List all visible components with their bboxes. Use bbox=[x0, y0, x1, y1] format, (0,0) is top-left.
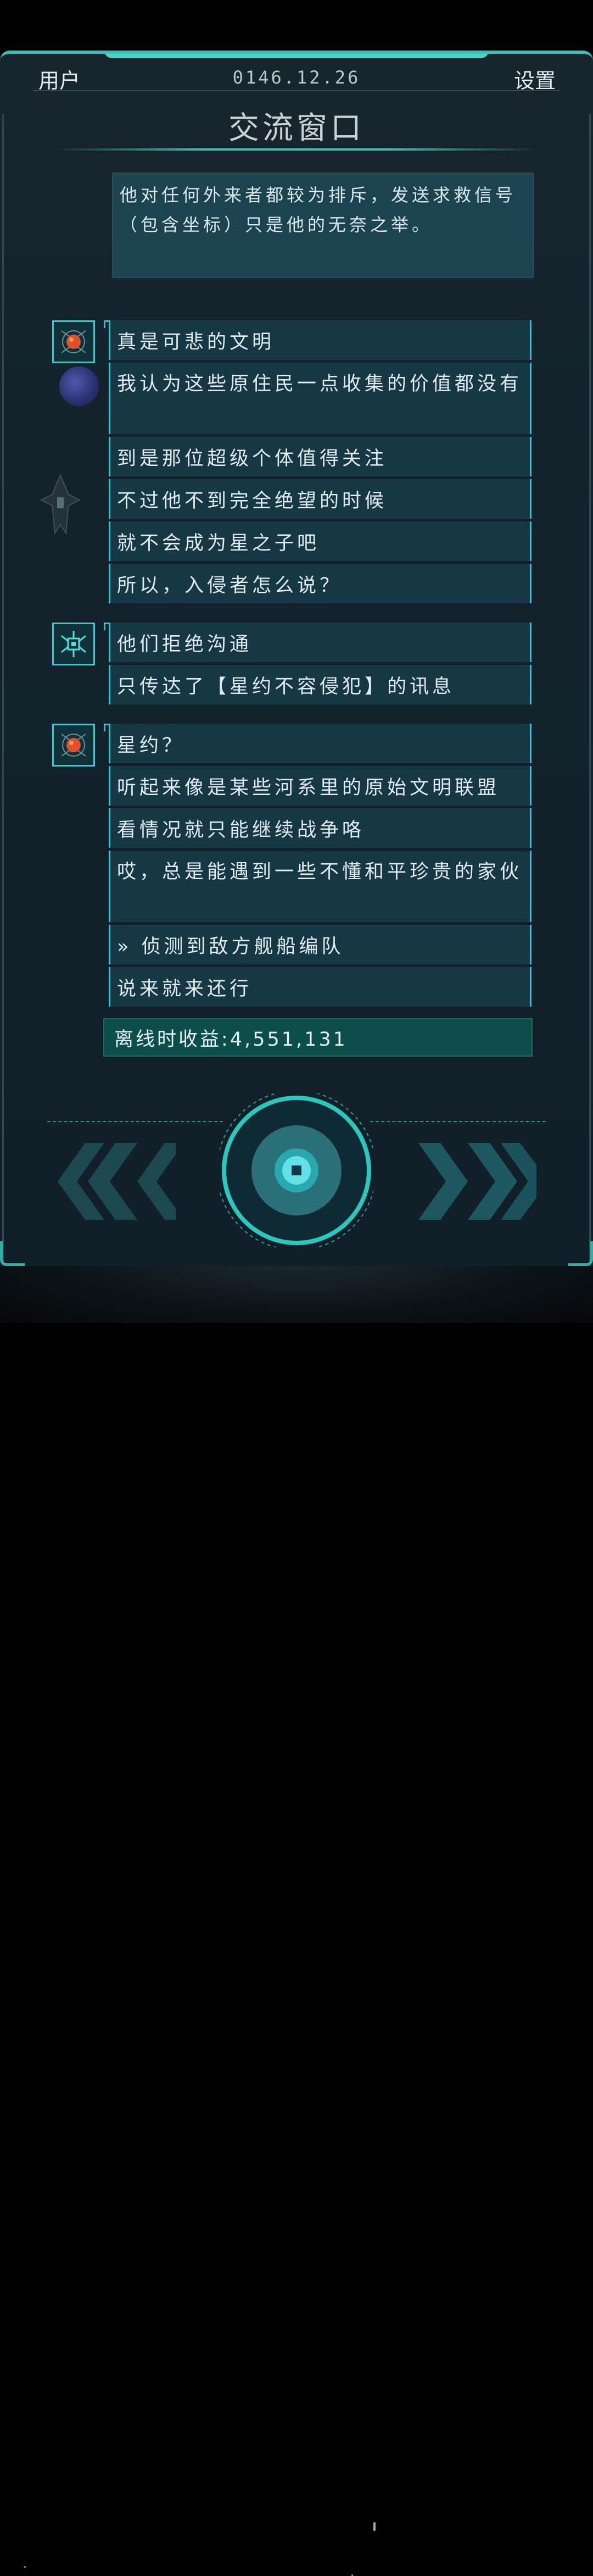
cyan-chip-avatar-icon[interactable] bbox=[52, 623, 95, 665]
planet-icon bbox=[59, 367, 99, 406]
star bbox=[24, 2566, 26, 2568]
orange-core-avatar-icon[interactable] bbox=[52, 320, 95, 363]
message-text: 到是那位超级个体值得关注 bbox=[117, 447, 388, 470]
message-text: 听起来像是某些河系里的原始文明联盟 bbox=[117, 776, 500, 799]
message-text: 星约？ bbox=[117, 734, 185, 757]
chat-message: 就不会成为星之子吧 bbox=[109, 521, 532, 561]
chat-message: 我认为这些原住民一点收集的价值都没有 bbox=[109, 363, 532, 434]
message-text: » 侦测到敌方舰船编队 bbox=[117, 935, 344, 958]
center-round-button-icon[interactable] bbox=[220, 1093, 373, 1247]
controls-divider-right bbox=[370, 1121, 546, 1122]
message-text: 不过他不到完全绝望的时候 bbox=[117, 490, 388, 512]
previous-message-line: 他对任何外来者都较为排斥，发送求救信号 bbox=[120, 185, 517, 206]
orange-core-avatar-icon[interactable] bbox=[52, 724, 95, 767]
chat-message: 真是可悲的文明 bbox=[104, 320, 532, 360]
chat-message: 看情况就只能继续战争咯 bbox=[109, 808, 532, 848]
chat-message: 听起来像是某些河系里的原始文明联盟 bbox=[109, 766, 532, 806]
chat-message: » 侦测到敌方舰船编队 bbox=[109, 925, 532, 964]
chat-message: 不过他不到完全绝望的时候 bbox=[109, 479, 532, 519]
message-text: 看情况就只能继续战争咯 bbox=[117, 819, 365, 841]
spaceship-icon bbox=[40, 474, 81, 535]
offline-income-text: 离线时收益:4,551,131 bbox=[114, 1028, 348, 1051]
message-text: 哎，总是能遇到一些不懂和平珍贵的家伙 bbox=[117, 861, 523, 883]
double-chevron-left-icon[interactable] bbox=[55, 1137, 176, 1225]
chat-message: 所以，入侵者怎么说？ bbox=[109, 564, 532, 603]
controls-divider-left bbox=[47, 1121, 223, 1122]
chat-message: 哎，总是能遇到一些不懂和平珍贵的家伙 bbox=[109, 851, 532, 922]
chat-message: 说来就来还行 bbox=[109, 967, 532, 1007]
previous-message-line: （包含坐标）只是他的无奈之举。 bbox=[120, 214, 433, 235]
double-chevron-right-icon[interactable] bbox=[418, 1137, 539, 1225]
message-text: 说来就来还行 bbox=[117, 978, 253, 1000]
message-text: 真是可悲的文明 bbox=[117, 331, 275, 353]
chat-message: 他们拒绝沟通 bbox=[104, 623, 532, 662]
message-text: 他们拒绝沟通 bbox=[117, 633, 253, 656]
message-text: 我认为这些原住民一点收集的价值都没有 bbox=[117, 373, 523, 395]
message-text: 所以，入侵者怎么说？ bbox=[117, 574, 343, 597]
message-text: 只传达了【星约不容侵犯】的讯息 bbox=[117, 675, 455, 698]
chat-message: 只传达了【星约不容侵犯】的讯息 bbox=[109, 665, 532, 704]
message-text: 就不会成为星之子吧 bbox=[117, 532, 320, 554]
offline-income-bar[interactable]: 离线时收益:4,551,131 bbox=[103, 1018, 533, 1057]
chat-message: 到是那位超级个体值得关注 bbox=[109, 437, 532, 476]
star bbox=[373, 2522, 376, 2531]
chat-feed[interactable]: 他对任何外来者都较为排斥，发送求救信号 （包含坐标）只是他的无奈之举。 真是可悲… bbox=[0, 0, 593, 1323]
chat-message: 星约？ bbox=[104, 724, 532, 763]
